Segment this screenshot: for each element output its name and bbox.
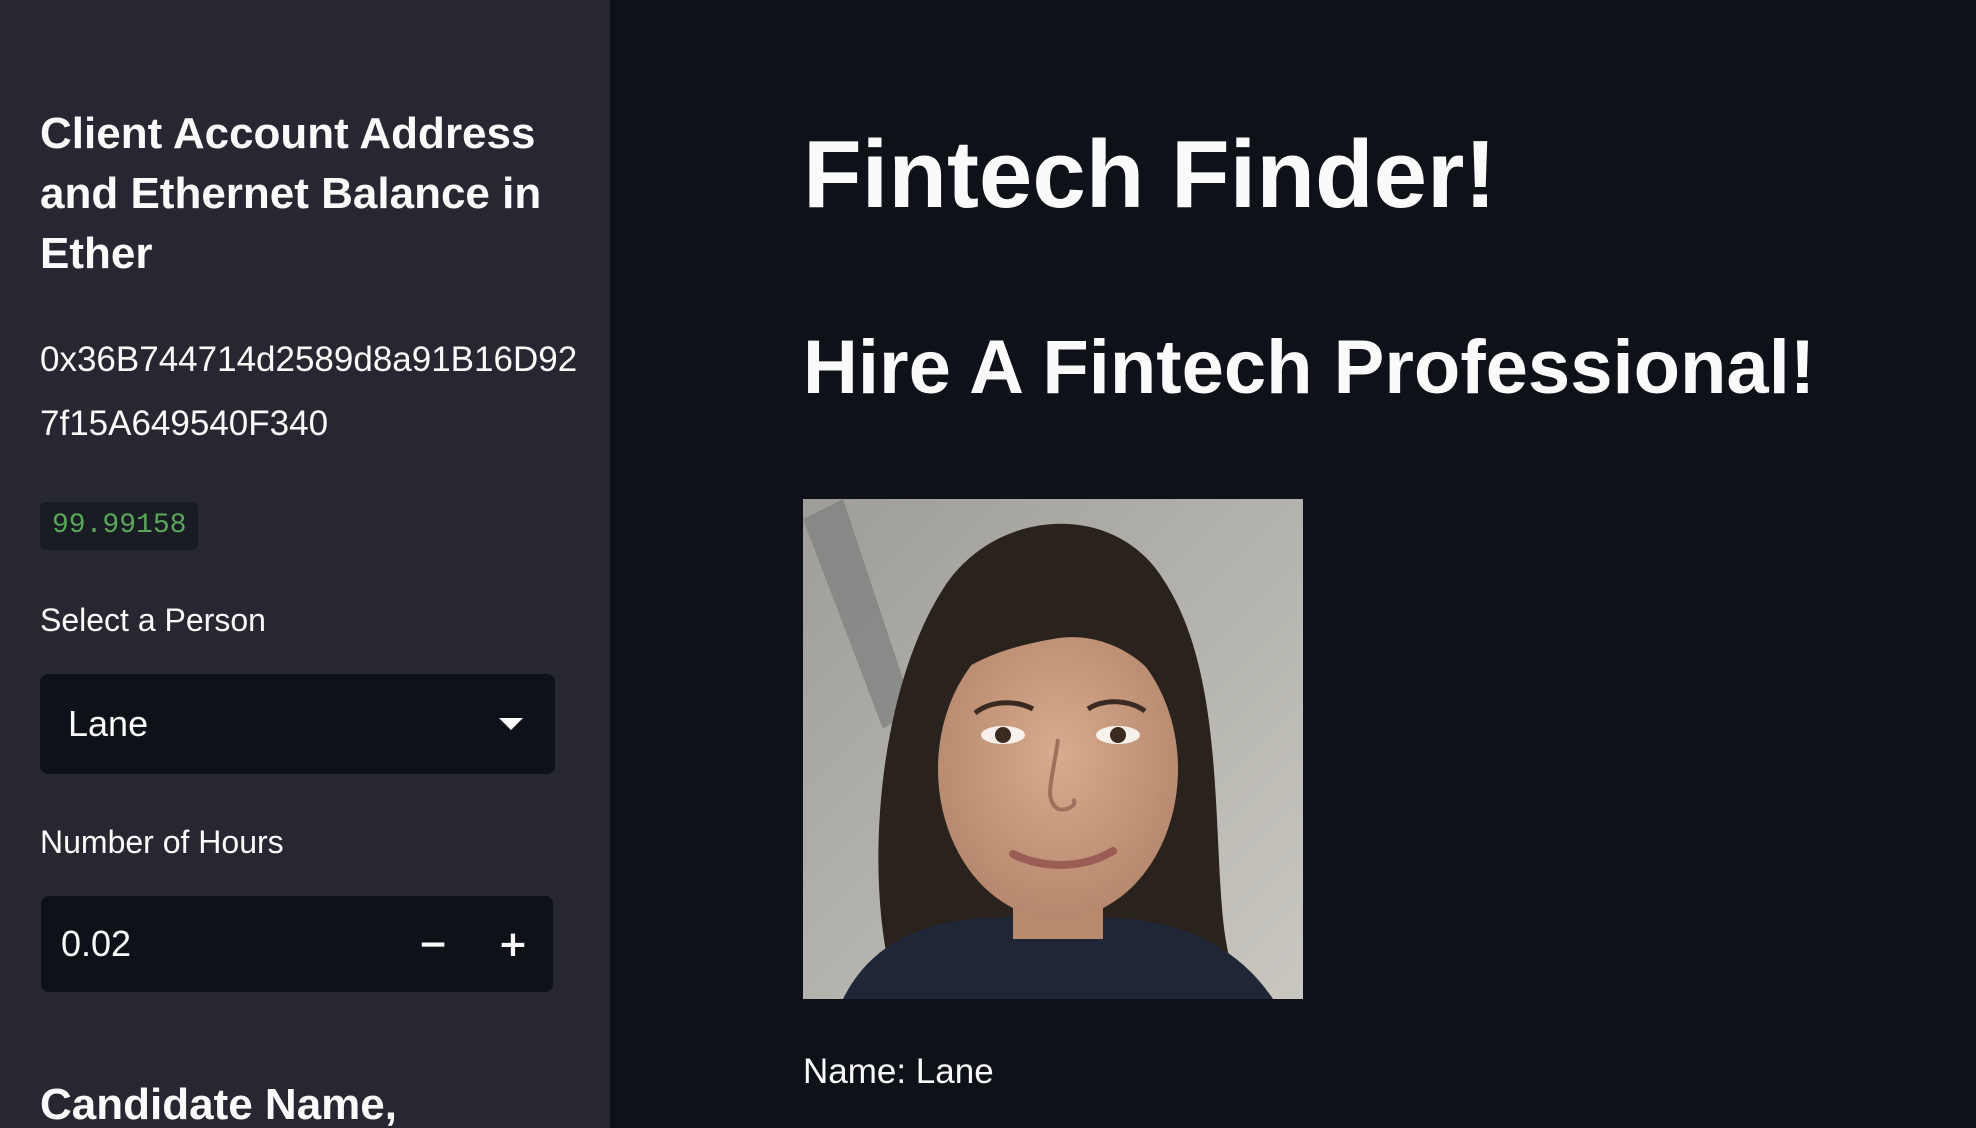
hours-number-input: − + — [41, 896, 553, 992]
chevron-down-icon — [499, 718, 523, 730]
candidate-heading: Candidate Name, — [40, 1080, 397, 1128]
hours-label: Number of Hours — [40, 824, 284, 860]
increment-button[interactable]: + — [473, 896, 553, 992]
candidate-name: Name: Lane — [803, 1052, 994, 1091]
page-title: Fintech Finder! — [803, 121, 1497, 228]
ether-balance: 99.99158 — [40, 502, 199, 550]
person-select[interactable]: Lane — [40, 674, 555, 774]
decrement-button[interactable]: − — [393, 896, 473, 992]
sidebar-heading: Client Account Address and Ethernet Bala… — [40, 109, 542, 278]
hours-input[interactable] — [41, 896, 371, 992]
account-address: 0x36B744714d2589d8a91B16D927f15A649540F3… — [40, 340, 578, 443]
candidate-portrait-image — [803, 499, 1303, 999]
person-select-value: Lane — [68, 703, 149, 744]
main-content: Fintech Finder! Hire A Fintech Professio… — [610, 0, 1976, 1128]
select-person-label: Select a Person — [40, 602, 266, 638]
sidebar: Client Account Address and Ethernet Bala… — [0, 0, 610, 1128]
app-root: Client Account Address and Ethernet Bala… — [0, 0, 1976, 1128]
candidate-photo — [803, 499, 1303, 999]
page-subtitle: Hire A Fintech Professional! — [803, 325, 1816, 410]
